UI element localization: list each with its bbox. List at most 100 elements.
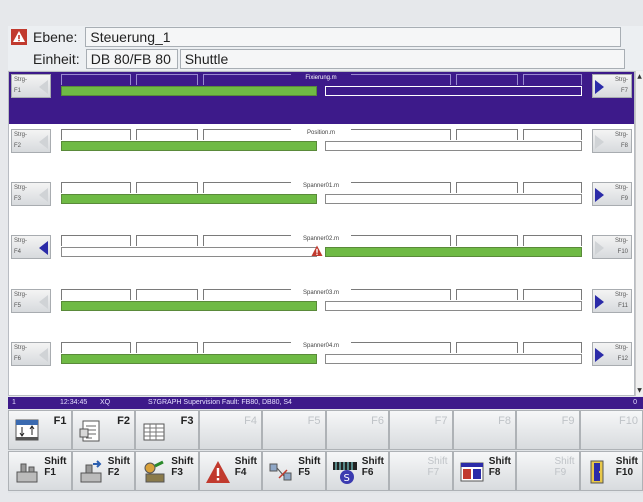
- left-jog-button-f1[interactable]: Strg- F1: [11, 74, 51, 98]
- right-button-key-label: F11: [618, 303, 628, 309]
- shift-f6-label: Shift F6: [362, 456, 384, 478]
- track-row-spanner01: Strg- F3 Spanner01.m Strg- F9: [9, 180, 634, 208]
- shift-f4-button[interactable]: Shift F4: [198, 451, 262, 491]
- alarm-code: XQ: [100, 399, 111, 406]
- left-button-key-label: F3: [14, 196, 22, 202]
- function-key-row: F1 F2 F3 F4 F5 F6 F7 F8 F9 F10: [8, 410, 643, 450]
- left-button-key-label: F6: [14, 356, 22, 362]
- tools-icon: [144, 460, 165, 483]
- f5-button: F5: [262, 410, 326, 450]
- shift-f1-button[interactable]: Shift F1: [8, 451, 72, 491]
- segment: [523, 342, 582, 353]
- segment: [61, 342, 131, 353]
- right-jog-button-f11[interactable]: Strg- F11: [592, 289, 632, 313]
- step-icon: S: [332, 462, 357, 484]
- window-icon: [460, 462, 483, 482]
- track-name: Position.m: [291, 129, 351, 137]
- position-bar-left: [61, 354, 317, 364]
- alarm-message: S7GRAPH Supervision Fault: FB80, DB80, S…: [148, 399, 292, 406]
- segment: [523, 182, 582, 193]
- track-name: Spanner04.m: [291, 342, 351, 350]
- shift-function-key-row: Shift F1 Shift F2 Shift F3 Shift F4 Shif…: [8, 451, 643, 491]
- track-row-position: Strg- F2 Position.m Strg- F8: [9, 127, 634, 155]
- key-text: F9: [554, 467, 567, 478]
- position-bar-right: [325, 301, 582, 311]
- left-button-ctrl-label: Strg-: [14, 185, 28, 191]
- f4-label: F4: [244, 415, 257, 427]
- key-text: F2: [107, 467, 120, 478]
- vertical-scrollbar[interactable]: ▲ ▼: [635, 71, 643, 396]
- shift-f7-button: Shift F7: [389, 451, 453, 491]
- shift-f9-button: Shift F9: [516, 451, 580, 491]
- segment: [136, 74, 198, 85]
- f10-button: F10: [579, 410, 643, 450]
- right-jog-button-f10[interactable]: Strg- F10: [592, 235, 632, 259]
- right-arrow-icon: [595, 241, 604, 255]
- f9-button: F9: [516, 410, 580, 450]
- shift-f7-label: Shift F7: [427, 456, 447, 478]
- left-jog-button-f4[interactable]: Strg- F4: [11, 235, 51, 259]
- unit-row: Einheit: DB 80/FB 80 Shuttle: [8, 48, 625, 70]
- unit-label: Einheit:: [33, 51, 80, 67]
- key-text: F1: [44, 467, 56, 478]
- shift-text: Shift: [361, 456, 384, 467]
- track-name: Spanner03.m: [291, 289, 351, 297]
- shift-f3-label: Shift F3: [171, 456, 193, 478]
- left-jog-button-f6[interactable]: Strg- F6: [11, 342, 51, 366]
- right-jog-button-f9[interactable]: Strg- F9: [592, 182, 632, 206]
- segment: [456, 235, 518, 246]
- f2-button[interactable]: F2: [71, 410, 135, 450]
- track: Spanner03.m: [61, 289, 582, 313]
- track-row-spanner03: Strg- F5 Spanner03.m Strg- F11: [9, 287, 634, 315]
- right-button-key-label: F8: [620, 143, 628, 149]
- left-button-ctrl-label: Strg-: [14, 345, 28, 351]
- alarm-status-bar[interactable]: 1 12:34:45 XQ S7GRAPH Supervision Fault:…: [8, 397, 643, 409]
- scroll-up-icon[interactable]: ▲: [636, 73, 643, 80]
- track-row-fixierung: Strg- F1 Fixierung.m Strg- F7: [9, 72, 634, 124]
- track-name: Spanner02.m: [291, 235, 351, 243]
- segment: [61, 289, 131, 300]
- shift-f5-button[interactable]: Shift F5: [262, 451, 326, 491]
- left-jog-button-f2[interactable]: Strg- F2: [11, 129, 51, 153]
- segment: [523, 235, 582, 246]
- segment: [136, 342, 198, 353]
- position-bar-right: [325, 86, 582, 96]
- right-arrow-icon: [595, 135, 604, 149]
- left-button-ctrl-label: Strg-: [14, 238, 28, 244]
- shift-text: Shift: [554, 456, 575, 467]
- right-jog-button-f7[interactable]: Strg- F7: [592, 74, 632, 98]
- alarm-index: 1: [12, 399, 16, 406]
- shift-f2-button[interactable]: Shift F2: [71, 451, 135, 491]
- right-arrow-icon: [595, 80, 604, 94]
- scroll-down-icon[interactable]: ▼: [636, 387, 643, 394]
- key-text: F8: [488, 467, 501, 478]
- right-button-ctrl-label: Strg-: [614, 77, 628, 83]
- right-jog-button-f12[interactable]: Strg- F12: [592, 342, 632, 366]
- shift-f10-button[interactable]: Shift F10: [579, 451, 643, 491]
- left-button-key-label: F1: [14, 88, 22, 94]
- shift-f6-button[interactable]: S Shift F6: [325, 451, 389, 491]
- right-button-key-label: F9: [620, 196, 628, 202]
- shift-text: Shift: [234, 456, 257, 467]
- segment: [523, 289, 582, 300]
- shift-text: Shift: [44, 456, 67, 467]
- track-name: Fixierung.m: [291, 74, 351, 82]
- right-jog-button-f8[interactable]: Strg- F8: [592, 129, 632, 153]
- key-text: F10: [615, 467, 634, 478]
- f7-button: F7: [389, 410, 453, 450]
- alarm-count: 0: [633, 399, 637, 406]
- shift-f10-label: Shift F10: [616, 456, 638, 478]
- f1-button[interactable]: F1: [8, 410, 72, 450]
- left-jog-button-f5[interactable]: Strg- F5: [11, 289, 51, 313]
- key-text: F6: [361, 467, 374, 478]
- shift-f8-button[interactable]: Shift F8: [452, 451, 516, 491]
- track-name: Spanner01.m: [291, 182, 351, 190]
- f2-label: F2: [117, 415, 130, 427]
- shift-f3-button[interactable]: Shift F3: [135, 451, 199, 491]
- left-jog-button-f3[interactable]: Strg- F3: [11, 182, 51, 206]
- f3-button[interactable]: F3: [135, 410, 199, 450]
- right-button-ctrl-label: Strg-: [614, 238, 628, 244]
- segment: [456, 342, 518, 353]
- position-bar-left: [61, 301, 317, 311]
- segment: [61, 129, 131, 140]
